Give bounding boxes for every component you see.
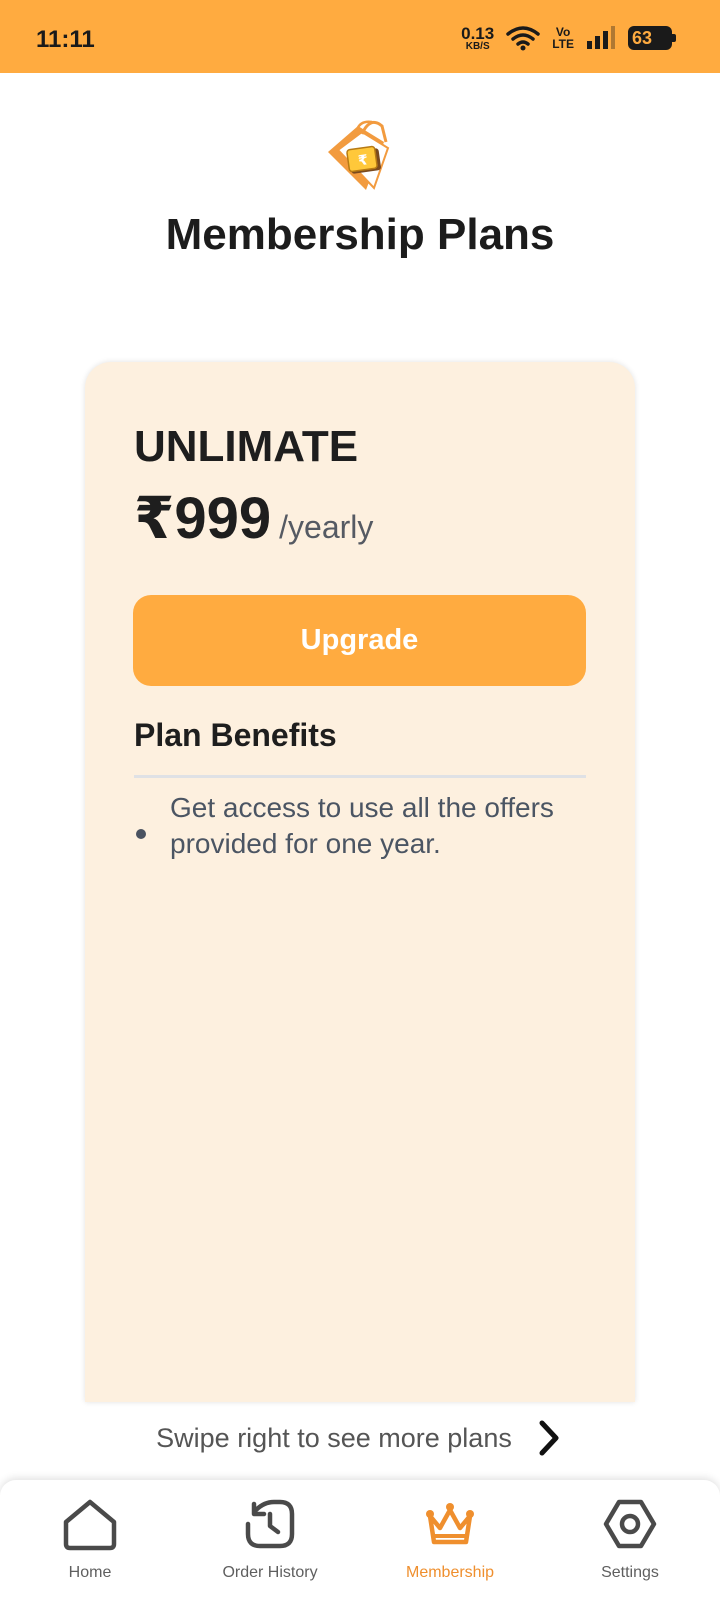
swipe-hint-text: Swipe right to see more plans [156,1422,512,1453]
volte-indicator: Vo LTE [552,26,574,50]
status-bar: 11:11 0.13 KB/S Vo LTE 63 [0,0,720,73]
swipe-hint[interactable]: Swipe right to see more plans [0,1418,720,1458]
network-speed: 0.13 KB/S [461,25,494,52]
nav-label-settings: Settings [601,1564,659,1581]
nav-item-order-history[interactable]: Order History [180,1480,360,1600]
price-row: ₹999 /yearly [134,484,373,552]
plan-price: ₹999 [134,486,272,551]
bullet-icon [136,829,146,839]
benefits-divider [134,775,586,778]
page-title: Membership Plans [165,210,555,259]
bottom-nav: Home Order History Membership Settings [0,1480,720,1600]
nav-item-settings[interactable]: Settings [540,1480,720,1600]
network-speed-unit: KB/S [465,40,490,52]
battery-icon: 63 [628,26,676,50]
benefits-heading: Plan Benefits [134,717,337,753]
plan-name: UNLIMATE [134,422,359,471]
settings-icon [603,1499,657,1549]
nav-label-home: Home [68,1564,112,1581]
crown-icon [426,1503,474,1545]
history-icon [245,1499,295,1549]
status-time: 11:11 [36,26,95,53]
benefit-item: Get access to use all the offers provide… [134,790,586,862]
signal-icon [587,26,615,49]
home-icon [63,1499,117,1551]
benefit-text: Get access to use all the offers provide… [170,792,554,859]
plan-period: /yearly [279,509,374,545]
wifi-icon [506,26,540,51]
chevron-right-icon[interactable] [534,1418,564,1458]
battery-level: 63 [632,27,653,48]
nav-item-home[interactable]: Home [0,1480,180,1600]
nav-item-membership[interactable]: Membership [360,1480,540,1600]
nav-label-membership: Membership [405,1564,495,1581]
network-speed-value: 0.13 [461,23,495,43]
status-icons: 0.13 KB/S Vo LTE 63 [461,22,676,54]
shopping-bag-logo-icon: ₹ [328,120,390,190]
upgrade-button[interactable]: Upgrade [133,595,586,686]
volte-bottom: LTE [552,37,574,51]
plan-card[interactable]: UNLIMATE ₹999 /yearly Upgrade Plan Benef… [85,362,635,1402]
nav-label-order-history: Order History [222,1564,318,1581]
